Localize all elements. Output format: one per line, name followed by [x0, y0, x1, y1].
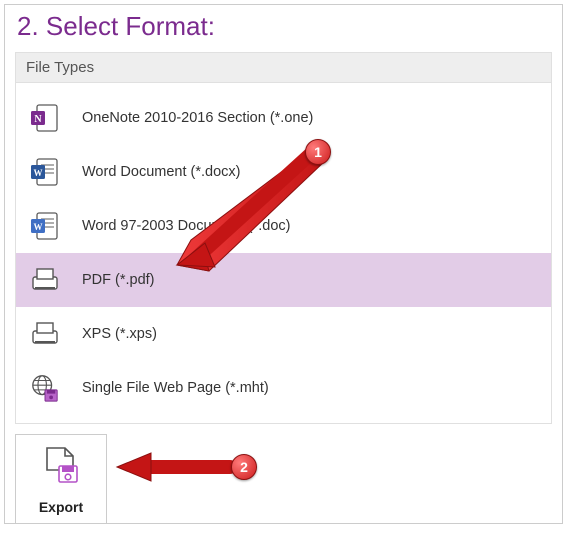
file-type-list: N OneNote 2010-2016 Section (*.one) W Wo… [15, 83, 552, 424]
word-doc-icon: W [30, 211, 60, 241]
file-item-pdf[interactable]: PDF (*.pdf) [16, 253, 551, 307]
export-button-label: Export [39, 499, 83, 515]
export-button[interactable]: Export [15, 434, 107, 524]
file-item-docx[interactable]: W Word Document (*.docx) [16, 145, 551, 199]
file-item-xps[interactable]: XPS (*.xps) [16, 307, 551, 361]
annotation-marker-2: 2 [231, 454, 257, 480]
pdf-icon [30, 265, 60, 295]
select-format-panel: 2. Select Format: File Types N OneNote 2… [4, 4, 563, 524]
svg-text:N: N [34, 114, 42, 125]
onenote-icon: N [30, 103, 60, 133]
file-item-doc[interactable]: W Word 97-2003 Document (*.doc) [16, 199, 551, 253]
export-icon [41, 444, 81, 489]
word-docx-icon: W [30, 157, 60, 187]
file-label: Word Document (*.docx) [82, 164, 240, 180]
file-label: Single File Web Page (*.mht) [82, 380, 269, 396]
xps-icon [30, 319, 60, 349]
file-item-mht[interactable]: Single File Web Page (*.mht) [16, 361, 551, 415]
file-types-header: File Types [15, 52, 552, 83]
file-label: PDF (*.pdf) [82, 272, 155, 288]
file-label: OneNote 2010-2016 Section (*.one) [82, 110, 313, 126]
section-heading: 2. Select Format: [15, 9, 552, 52]
svg-text:W: W [34, 168, 43, 178]
svg-text:W: W [34, 222, 43, 232]
file-label: Word 97-2003 Document (*.doc) [82, 218, 290, 234]
annotation-arrow-2 [117, 453, 230, 481]
file-label: XPS (*.xps) [82, 326, 157, 342]
mht-icon [30, 373, 60, 403]
file-item-onenote[interactable]: N OneNote 2010-2016 Section (*.one) [16, 91, 551, 145]
